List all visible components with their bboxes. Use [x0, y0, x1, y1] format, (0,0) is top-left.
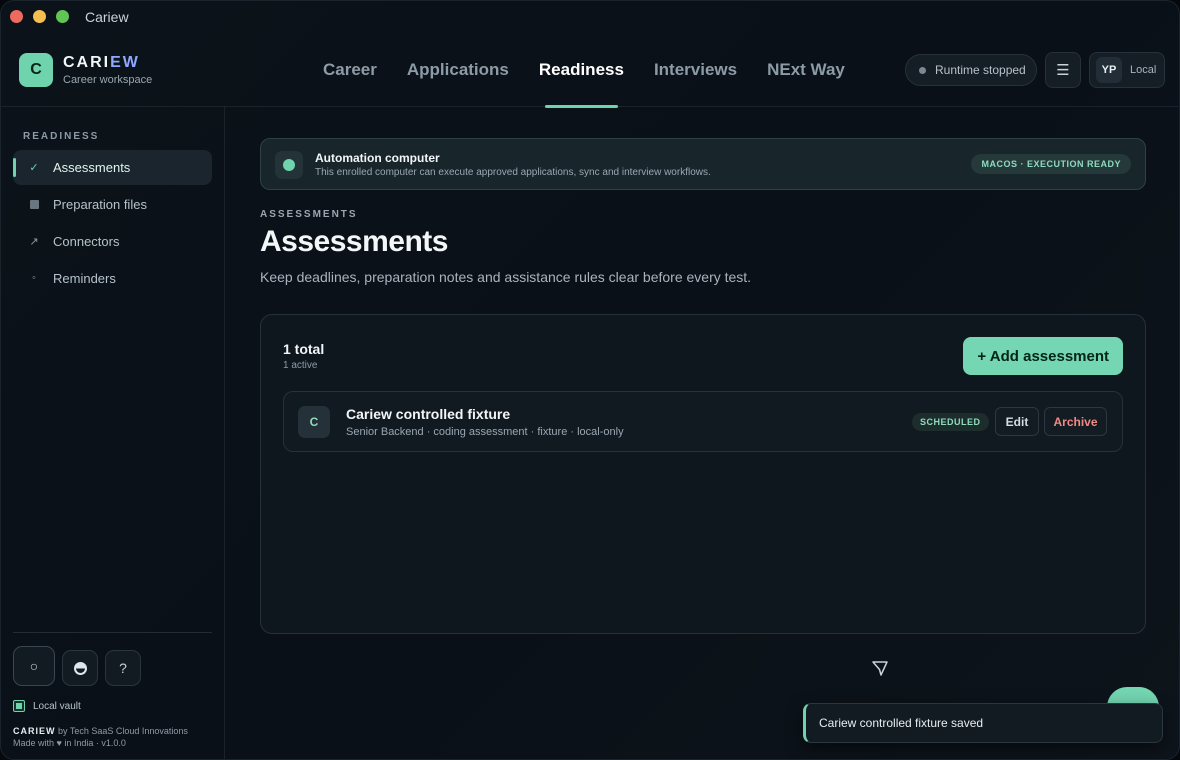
zoom-window-button[interactable] — [56, 10, 69, 23]
sidebar-item-assessments[interactable]: ✓ Assessments — [13, 150, 212, 185]
sidebar-section-title: READINESS — [23, 131, 100, 142]
hamburger-icon: ☰ — [1056, 62, 1070, 79]
page-title: Assessments — [260, 225, 448, 258]
sidebar-item-connectors[interactable]: ↗ Connectors — [13, 224, 212, 259]
runtime-status-button[interactable]: Runtime stopped — [905, 54, 1037, 86]
sidebar-divider — [13, 632, 212, 633]
assessments-panel: 1 total 1 active + Add assessment C Cari… — [260, 314, 1146, 634]
minimize-window-button[interactable] — [33, 10, 46, 23]
assessment-title: Cariew controlled fixture — [346, 406, 511, 422]
banner-description: This enrolled computer can execute appro… — [315, 167, 711, 178]
app-window: Cariew C CARIEW Career workspace Career … — [0, 0, 1180, 760]
page-eyebrow: ASSESSMENTS — [260, 209, 358, 220]
checkbox-icon — [13, 700, 25, 712]
sidebar-item-label: Reminders — [53, 271, 116, 286]
banner-title: Automation computer — [315, 151, 440, 165]
sidebar-item-label: Connectors — [53, 234, 120, 249]
sidebar-list: ✓ Assessments Preparation files ↗ Connec… — [13, 150, 212, 298]
tab-readiness[interactable]: Readiness — [539, 33, 624, 108]
status-indicator-icon — [275, 151, 303, 179]
active-count: 1 active — [283, 360, 318, 371]
archive-button[interactable]: Archive — [1044, 407, 1107, 436]
theme-contrast-button[interactable] — [62, 650, 98, 686]
question-icon: ? — [119, 660, 127, 676]
check-icon: ✓ — [29, 161, 39, 174]
tab-applications[interactable]: Applications — [407, 33, 509, 107]
user-menu-button[interactable]: YP Local — [1089, 52, 1165, 88]
execution-status-badge: MACOS · EXECUTION READY — [971, 154, 1131, 174]
page-description: Keep deadlines, preparation notes and as… — [260, 269, 752, 285]
main-nav: Career Applications Readiness Interviews… — [323, 33, 875, 108]
assessment-meta: Senior Backend · coding assessment · fix… — [346, 426, 624, 438]
close-window-button[interactable] — [10, 10, 23, 23]
brand-subtitle: Career workspace — [63, 74, 153, 86]
tab-interviews[interactable]: Interviews — [654, 33, 737, 107]
local-vault-toggle[interactable]: Local vault — [13, 700, 81, 712]
sidebar-item-label: Assessments — [53, 160, 131, 175]
title-bar: Cariew — [1, 1, 1179, 33]
window-title: Cariew — [85, 9, 129, 25]
tab-career[interactable]: Career — [323, 33, 377, 107]
theme-light-button[interactable]: ○ — [13, 646, 55, 686]
tab-next-way[interactable]: NExt Way — [767, 33, 845, 107]
toast-notification: Cariew controlled fixture saved — [803, 703, 1163, 743]
edit-button[interactable]: Edit — [995, 407, 1039, 436]
sidebar-item-label: Preparation files — [53, 197, 147, 212]
user-mode-label: Local — [1130, 64, 1157, 76]
runtime-status-label: Runtime stopped — [935, 63, 1026, 77]
pointer-cursor-icon — [872, 661, 888, 676]
main-content: Automation computer This enrolled comput… — [225, 107, 1179, 759]
help-button[interactable]: ? — [105, 650, 141, 686]
toast-message: Cariew controlled fixture saved — [819, 716, 984, 730]
total-count: 1 total — [283, 341, 325, 357]
brand-logo[interactable]: C — [19, 53, 53, 87]
menu-button[interactable]: ☰ — [1045, 52, 1081, 88]
arrow-up-right-icon: ↗ — [29, 235, 39, 248]
list-item[interactable]: C Cariew controlled fixture Senior Backe… — [283, 391, 1123, 452]
sidebar: READINESS ✓ Assessments Preparation file… — [1, 107, 225, 759]
status-badge: SCHEDULED — [912, 413, 989, 431]
automation-banner: Automation computer This enrolled comput… — [260, 138, 1146, 190]
square-icon — [27, 197, 41, 211]
half-circle-icon — [73, 661, 87, 675]
credit-text: CARIEW by Tech SaaS Cloud Innovations Ma… — [13, 726, 188, 748]
sidebar-item-reminders[interactable]: ◦ Reminders — [13, 261, 212, 296]
status-dot-icon — [919, 66, 926, 74]
vault-label: Local vault — [33, 700, 81, 712]
company-logo: C — [298, 406, 330, 438]
circle-icon: ○ — [29, 658, 39, 674]
sidebar-item-preparation-files[interactable]: Preparation files — [13, 187, 212, 222]
brand-name: CARIEW — [63, 54, 140, 71]
dot-circle-icon: ◦ — [32, 272, 36, 284]
add-assessment-button[interactable]: + Add assessment — [963, 337, 1123, 375]
avatar: YP — [1096, 57, 1122, 83]
app-header: C CARIEW Career workspace Career Applica… — [1, 33, 1179, 108]
